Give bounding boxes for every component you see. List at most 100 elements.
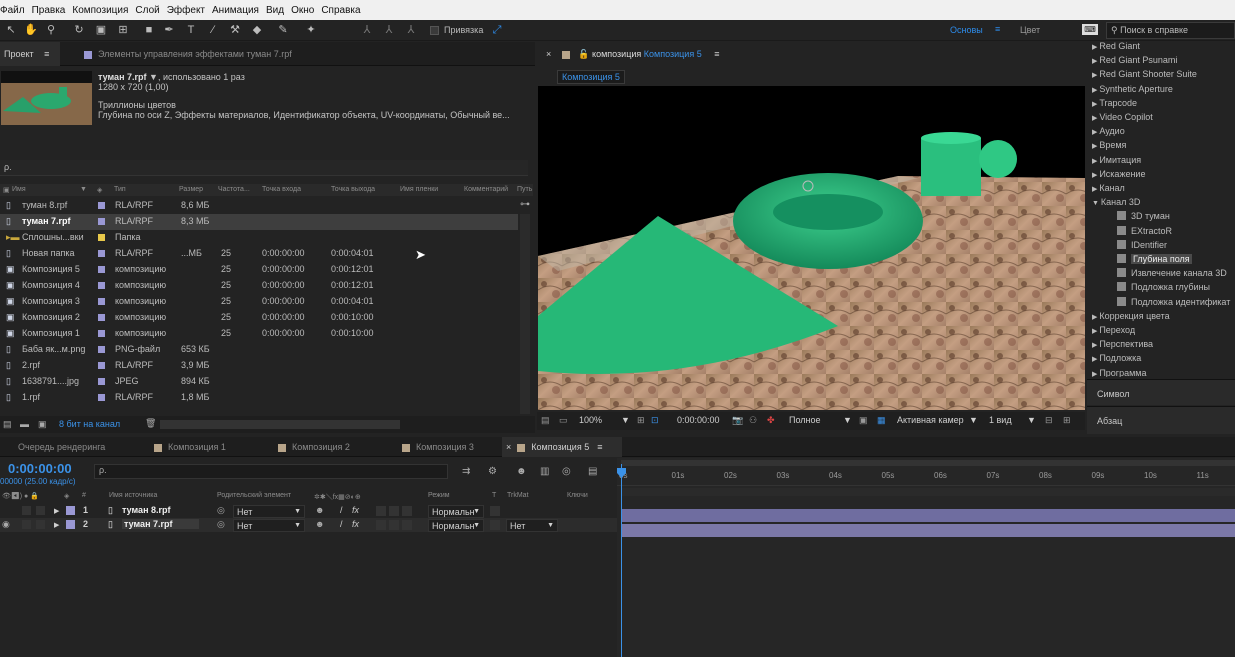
visibility-eye-icon[interactable]: ◉ bbox=[2, 519, 10, 530]
breadcrumb[interactable]: Композиция 5 bbox=[557, 70, 625, 84]
project-item-row[interactable]: ▯ 2.rpf RLA/RPF 3,9 МБ bbox=[0, 358, 518, 374]
project-item-row[interactable]: ▯ 1.rpf RLA/RPF 1,8 МБ bbox=[0, 390, 518, 406]
region-of-interest-icon[interactable]: ▣ bbox=[859, 415, 868, 426]
effect-item[interactable]: Глубина поля bbox=[1087, 254, 1235, 268]
project-item-row[interactable]: ▣ Композиция 5 композицию 25 0:00:00:00 0:00:… bbox=[0, 262, 518, 278]
draft-3d-icon[interactable]: ⚙ bbox=[488, 466, 497, 477]
motion-blur-switch[interactable] bbox=[389, 520, 399, 530]
zoom-select[interactable]: 100% bbox=[579, 415, 602, 425]
work-area-bar[interactable] bbox=[621, 460, 1235, 466]
menu-window[interactable]: Окно bbox=[291, 5, 314, 16]
camera-dropdown-icon[interactable]: ▼ bbox=[969, 415, 978, 425]
snapshot-icon[interactable]: 📷 bbox=[732, 415, 743, 426]
column-path[interactable]: Путь bbox=[517, 186, 532, 193]
horizontal-scrollbar[interactable] bbox=[160, 420, 400, 429]
effect-category[interactable]: ▶ Red Giant bbox=[1087, 42, 1235, 55]
zoom-tool-icon[interactable]: ⚲ bbox=[44, 23, 58, 37]
roto-brush-tool-icon[interactable]: ✎ bbox=[276, 23, 290, 37]
axis-world-icon[interactable]: ⅄ bbox=[382, 23, 396, 37]
effect-item[interactable]: EXtractoR bbox=[1087, 225, 1235, 240]
column-mode[interactable]: Режим bbox=[428, 492, 450, 499]
project-item-row[interactable]: ▣ Композиция 2 композицию 25 0:00:00:00 0:00:… bbox=[0, 310, 518, 326]
character-panel-header[interactable]: Символ bbox=[1087, 379, 1235, 405]
blend-mode-select[interactable]: Нормальн ▼ bbox=[428, 505, 484, 518]
motion-blur-switch[interactable] bbox=[389, 506, 399, 516]
timeline-tab[interactable]: Композиция 1 bbox=[150, 437, 226, 457]
parent-pick-whip-icon[interactable]: ◎ bbox=[217, 519, 225, 530]
close-icon[interactable]: × bbox=[546, 49, 551, 59]
menu-file[interactable]: Файл bbox=[0, 5, 25, 16]
project-item-row[interactable]: ▯ 1638791....jpg JPEG 894 КБ bbox=[0, 374, 518, 390]
blend-mode-select[interactable]: Нормальн ▼ bbox=[428, 519, 484, 532]
column-source-name[interactable]: Имя источника bbox=[109, 492, 157, 499]
effect-category[interactable]: ▶ Время bbox=[1087, 140, 1235, 154]
zoom-dropdown-icon[interactable]: ▼ bbox=[621, 415, 630, 425]
effect-category[interactable]: ▶ Коррекция цвета bbox=[1087, 311, 1235, 325]
timeline-tab[interactable]: Композиция 2 bbox=[274, 437, 350, 457]
menu-composition[interactable]: Композиция bbox=[72, 5, 128, 16]
snap-checkbox[interactable] bbox=[430, 26, 439, 35]
effect-category[interactable]: ▶ Программа bbox=[1087, 368, 1235, 377]
tab-menu-icon[interactable]: ≡ bbox=[714, 49, 719, 59]
graph-editor-icon[interactable]: ▤ bbox=[588, 466, 597, 477]
expand-arrow-icon[interactable]: ▶ bbox=[54, 521, 59, 529]
clone-stamp-tool-icon[interactable]: ⚒ bbox=[228, 23, 242, 37]
effect-category[interactable]: ▼ Канал 3D bbox=[1087, 197, 1235, 211]
preserve-transparency-checkbox[interactable] bbox=[490, 520, 500, 530]
effect-category[interactable]: ▶ Synthetic Aperture bbox=[1087, 84, 1235, 98]
menu-help[interactable]: Справка bbox=[321, 5, 360, 16]
effect-category[interactable]: ▶ Имитация bbox=[1087, 155, 1235, 169]
vertical-scrollbar[interactable] bbox=[520, 214, 530, 414]
pan-behind-tool-icon[interactable]: ⊞ bbox=[116, 23, 130, 37]
timeline-graph-area[interactable]: 0s01s02s03s04s05s06s07s08s09s10s11s bbox=[617, 458, 1235, 657]
rotate-tool-icon[interactable]: ↻ bbox=[72, 23, 86, 37]
effect-item[interactable]: Извлечение канала 3D bbox=[1087, 268, 1235, 282]
effect-category[interactable]: ▶ Искажение bbox=[1087, 169, 1235, 183]
workspace-basic[interactable]: Основы bbox=[950, 25, 983, 35]
effect-category[interactable]: ▶ Trapcode bbox=[1087, 98, 1235, 112]
label-color-swatch[interactable] bbox=[66, 520, 75, 529]
parent-pick-whip-icon[interactable]: ◎ bbox=[217, 505, 225, 516]
effect-category[interactable]: ▶ Переход bbox=[1087, 325, 1235, 339]
transparency-grid-icon[interactable]: ▦ bbox=[877, 415, 886, 426]
column-in-point[interactable]: Точка входа bbox=[262, 186, 301, 193]
views-dropdown-icon[interactable]: ▼ bbox=[1027, 415, 1036, 425]
shy-layers-icon[interactable]: ☻ bbox=[516, 466, 527, 477]
tab-effect-controls[interactable]: Элементы управления эффектами туман 7.rp… bbox=[80, 42, 292, 66]
frame-blend-switch[interactable] bbox=[376, 506, 386, 516]
shy-switch-icon[interactable]: ☻ bbox=[315, 505, 324, 515]
solo-toggle[interactable] bbox=[22, 506, 31, 515]
pen-tool-icon[interactable]: ✒ bbox=[162, 23, 176, 37]
layer-bar-1[interactable] bbox=[621, 509, 1235, 522]
flowchart-icon[interactable]: ⊶ bbox=[520, 199, 530, 210]
column-fps[interactable]: Частота... bbox=[218, 186, 250, 193]
brush-tool-icon[interactable]: ∕ bbox=[206, 23, 220, 37]
views-select[interactable]: 1 вид bbox=[989, 415, 1012, 425]
current-time-display[interactable]: 0:00:00:00 bbox=[8, 461, 72, 476]
composition-canvas[interactable] bbox=[538, 86, 1085, 410]
type-tool-icon[interactable]: T bbox=[184, 23, 198, 37]
column-size[interactable]: Размер bbox=[179, 186, 203, 193]
menu-edit[interactable]: Правка bbox=[32, 5, 66, 16]
project-item-row[interactable]: ▣ Композиция 4 композицию 25 0:00:00:00 0:00:… bbox=[0, 278, 518, 294]
resolution-dropdown-icon[interactable]: ▼ bbox=[843, 415, 852, 425]
puppet-tool-icon[interactable]: ✦ bbox=[304, 23, 318, 37]
parent-select[interactable]: Нет ▼ bbox=[233, 505, 305, 518]
adjustment-switch[interactable] bbox=[402, 520, 412, 530]
hand-tool-icon[interactable]: ✋ bbox=[24, 23, 38, 37]
effect-switch-icon[interactable]: fx bbox=[352, 505, 359, 515]
effect-category[interactable]: ▶ Red Giant Shooter Suite bbox=[1087, 69, 1235, 83]
effect-category[interactable]: ▶ Перспектива bbox=[1087, 339, 1235, 353]
region-icon[interactable]: ⊡ bbox=[651, 415, 659, 426]
show-snapshot-icon[interactable]: ⚇ bbox=[749, 415, 757, 426]
effect-category[interactable]: ▶ Red Giant Psunami bbox=[1087, 55, 1235, 69]
motion-blur-icon[interactable]: ◎ bbox=[562, 466, 571, 477]
project-item-row[interactable]: ▸▬ Сплошны...вки Папка bbox=[0, 230, 518, 246]
tab-menu-icon[interactable]: ≡ bbox=[597, 442, 602, 452]
layer-row[interactable]: ▶ 1 ▯ туман 8.rpf ◎ Нет ▼ ☻ / fx Нормальн ▼ bbox=[0, 504, 617, 518]
adjustment-switch[interactable] bbox=[402, 506, 412, 516]
project-item-row[interactable]: ▣ Композиция 3 композицию 25 0:00:00:00 0:00:… bbox=[0, 294, 518, 310]
project-item-row[interactable]: ▯ туман 7.rpf RLA/RPF 8,3 МБ bbox=[0, 214, 518, 230]
toggle-pixel-icon[interactable]: ⊟ bbox=[1045, 415, 1053, 426]
axis-view-icon[interactable]: ⅄ bbox=[404, 23, 418, 37]
